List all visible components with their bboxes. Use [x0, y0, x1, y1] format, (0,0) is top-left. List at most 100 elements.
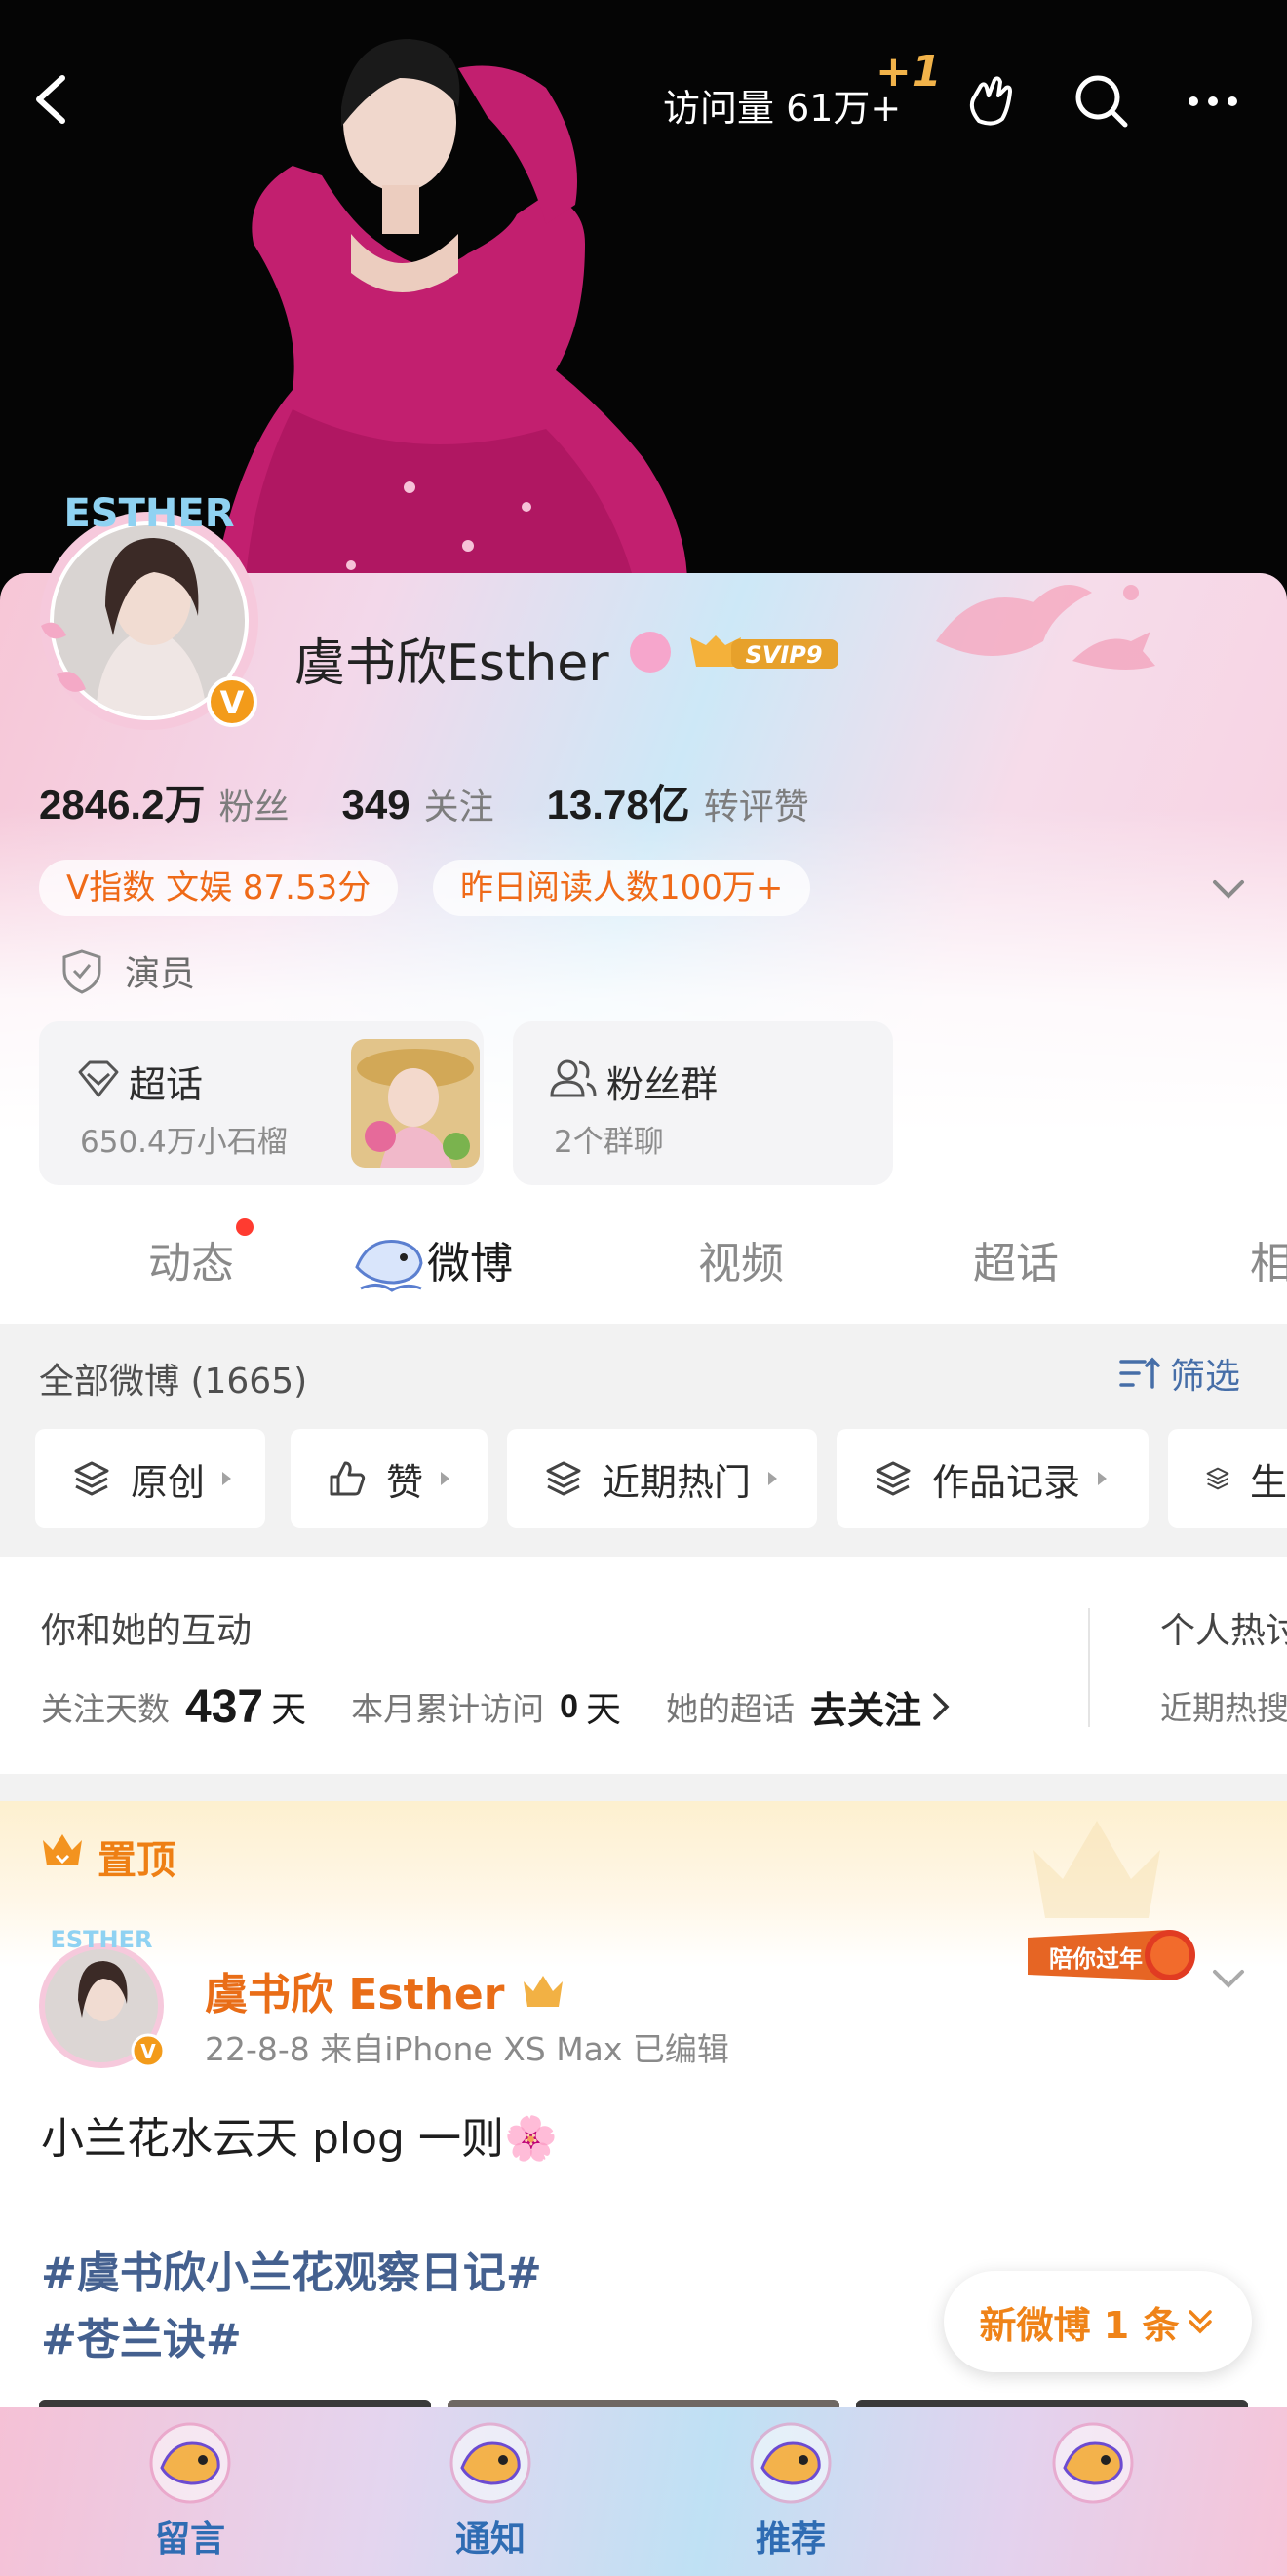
svg-text:ESTHER: ESTHER	[50, 1926, 152, 1953]
group-icon	[550, 1059, 597, 1097]
all-posts-count: 全部微博 (1665)	[39, 1362, 308, 1402]
diamond-icon	[78, 1060, 119, 1097]
chip-label: 生	[1249, 1460, 1287, 1504]
new-posts-button[interactable]: 新微博 1 条	[944, 2271, 1252, 2372]
svg-text:陪你过年: 陪你过年	[1049, 1945, 1143, 1973]
chevron-down-icon[interactable]	[1207, 867, 1250, 910]
chip-label: 近期热门	[603, 1460, 752, 1504]
follow-days-label: 关注天数	[41, 1690, 170, 1728]
chip-likes[interactable]: 赞	[291, 1429, 488, 1528]
profile-name: 虞书欣Esther	[294, 634, 609, 693]
nav-label: 推荐	[755, 2519, 826, 2559]
days-unit: 天	[271, 1690, 307, 1730]
visit-plus-one: +1	[876, 47, 942, 96]
search-icon[interactable]	[1071, 70, 1133, 133]
pinned-label: 置顶	[98, 1838, 176, 1883]
chip-recent-hot[interactable]: 近期热门	[507, 1429, 817, 1528]
new-year-stamp: 陪你过年	[1028, 1930, 1195, 1980]
month-visits-value: 0	[560, 1687, 579, 1725]
role-row: 演员	[60, 943, 195, 998]
filter-button[interactable]: 筛选	[1117, 1349, 1240, 1398]
profile-stats: 2846.2万 粉丝 349 关注 13.78亿 转评赞	[39, 772, 862, 830]
divider	[1088, 1608, 1090, 1727]
recent-hot-search[interactable]: 近期热搜	[1160, 1682, 1287, 1729]
hashtag-link[interactable]: #苍兰诀#	[41, 2304, 242, 2366]
days-unit: 天	[586, 1690, 622, 1730]
reads-pill[interactable]: 昨日阅读人数100万+	[433, 860, 811, 916]
nav-more[interactable]	[1039, 2421, 1147, 2567]
followers-label[interactable]: 粉丝	[218, 779, 289, 829]
double-chevron-down-icon	[1189, 2310, 1213, 2334]
svip-badge[interactable]: SVIP9	[686, 632, 842, 673]
nav-label: 留言	[154, 2519, 225, 2559]
post-author-avatar[interactable]: ESTHER V	[33, 1926, 170, 2072]
fan-group-title: 粉丝群	[606, 1063, 719, 1106]
fish-mascot-icon	[149, 2422, 231, 2504]
svg-text:V: V	[220, 684, 245, 721]
crown-icon	[43, 1834, 82, 1865]
supertopic-title: 超话	[129, 1063, 204, 1106]
filter-icon	[1119, 1357, 1160, 1389]
v-index-pill[interactable]: V指数 文娱 87.53分	[39, 860, 399, 916]
fan-group-sub: 2个群聊	[554, 1125, 664, 1160]
tab-dynamics[interactable]: 动态	[148, 1228, 234, 1290]
post-author-name[interactable]: 虞书欣 Esther	[205, 1959, 566, 2021]
nav-recommend[interactable]: 推荐	[737, 2421, 844, 2567]
tab-weibo[interactable]: 微博	[427, 1228, 513, 1290]
back-icon[interactable]	[25, 70, 84, 129]
chip-label: 作品记录	[932, 1460, 1081, 1504]
chevron-down-icon[interactable]	[1207, 1957, 1250, 2000]
chevron-right-icon[interactable]	[929, 1689, 953, 1724]
post-meta: 22-8-8 来自iPhone XS Max 已编辑	[205, 2030, 729, 2068]
fish-mascot-icon	[355, 1240, 423, 1292]
chip-arrow	[222, 1472, 232, 1485]
interaction-title: 你和她的互动	[41, 1611, 253, 1651]
fish-mascot-icon	[449, 2422, 531, 2504]
engagement-label: 转评赞	[703, 788, 809, 827]
section-gap	[0, 1774, 1287, 1801]
go-follow-link[interactable]: 去关注	[810, 1680, 921, 1734]
fan-badge-icon[interactable]	[630, 632, 671, 673]
chip-arrow	[1098, 1472, 1108, 1485]
layers-icon	[546, 1461, 581, 1496]
more-icon[interactable]	[1182, 70, 1244, 133]
layers-icon	[74, 1461, 109, 1496]
nav-label: 通知	[454, 2519, 526, 2559]
svg-text:V: V	[140, 2040, 156, 2063]
chip-label: 赞	[386, 1460, 424, 1504]
chip-original[interactable]: 原创	[35, 1429, 265, 1528]
new-posts-label: 新微博 1 条	[979, 2303, 1180, 2347]
supertopic-tile[interactable]: 超话 650.4万小石榴	[39, 1021, 484, 1185]
fan-gesture-icon[interactable]	[959, 70, 1022, 133]
fish-mascot-icon	[1052, 2422, 1134, 2504]
layers-icon	[1206, 1467, 1229, 1490]
crown-decoration-icon	[1034, 1821, 1160, 1918]
supertopic-sub: 650.4万小石榴	[80, 1125, 288, 1160]
thumbs-up-icon	[330, 1461, 366, 1496]
koi-fish-decoration	[936, 585, 1155, 670]
fish-mascot-icon	[750, 2422, 832, 2504]
nav-notifications[interactable]: 通知	[437, 2421, 544, 2567]
profile-tabs: 动态 微博 视频 超话 相	[0, 1185, 1287, 1324]
nav-messages[interactable]: 留言	[136, 2421, 244, 2567]
chip-life[interactable]: 生	[1168, 1429, 1287, 1528]
tab-supertopic[interactable]: 超话	[973, 1228, 1059, 1290]
layers-icon	[876, 1461, 911, 1496]
chip-arrow	[441, 1472, 450, 1485]
following-count[interactable]: 349	[341, 782, 410, 828]
chip-works[interactable]: 作品记录	[837, 1429, 1149, 1528]
hashtag-link[interactable]: #虞书欣小兰花观察日记#	[41, 2238, 542, 2300]
supertopic-photo	[351, 1039, 480, 1168]
following-label[interactable]: 关注	[424, 779, 494, 829]
hot-discussion-title[interactable]: 个人热讨	[1160, 1602, 1287, 1653]
fan-group-tile[interactable]: 粉丝群 2个群聊	[513, 1021, 893, 1185]
tab-video[interactable]: 视频	[698, 1228, 784, 1290]
follow-days-value: 437	[185, 1680, 264, 1733]
profile-avatar[interactable]: ESTHER V	[27, 480, 271, 743]
interaction-section: 你和她的互动 关注天数 437 天 本月累计访问 0 天 她的超话 去关注 个人…	[0, 1557, 1287, 1774]
filter-label: 筛选	[1170, 1357, 1241, 1397]
tab-album[interactable]: 相	[1250, 1228, 1287, 1290]
interaction-stats: 关注天数 437 天 本月累计访问 0 天 她的超话 去关注	[41, 1674, 953, 1739]
avatar-ring-text: ESTHER	[63, 491, 234, 536]
followers-count[interactable]: 2846.2万	[39, 772, 205, 831]
